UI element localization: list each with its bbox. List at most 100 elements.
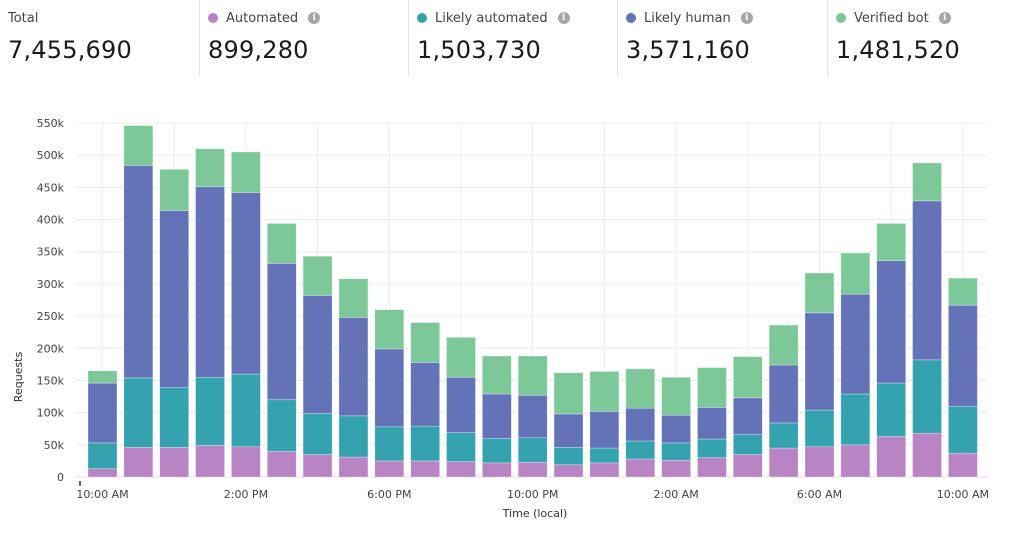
bar-segment-verified-bot[interactable]: [697, 367, 727, 408]
bar-segment-likely-automated[interactable]: [876, 382, 907, 437]
bar-segment-verified-bot[interactable]: [446, 337, 476, 378]
bar-segment-automated[interactable]: [266, 450, 297, 478]
bar-segment-verified-bot[interactable]: [410, 322, 440, 363]
bar-segment-likely-automated[interactable]: [195, 376, 225, 446]
bar-segment-likely-automated[interactable]: [697, 438, 727, 458]
bar-stack[interactable]: [87, 370, 118, 478]
bar-stack[interactable]: [482, 355, 512, 478]
bar-segment-likely-automated[interactable]: [948, 405, 978, 454]
stat-verified-bot[interactable]: Verified bot i 1,481,520: [827, 0, 1024, 76]
bar-segment-verified-bot[interactable]: [553, 372, 584, 415]
bar-stack[interactable]: [302, 255, 333, 478]
bar-stack[interactable]: [661, 376, 691, 478]
bar-segment-likely-automated[interactable]: [661, 442, 691, 461]
bar-segment-likely-human[interactable]: [410, 362, 440, 427]
bar-segment-automated[interactable]: [517, 461, 548, 478]
bar-segment-likely-human[interactable]: [517, 394, 548, 439]
bar-segment-likely-human[interactable]: [338, 317, 369, 417]
bar-stack[interactable]: [338, 278, 369, 478]
bar-segment-likely-human[interactable]: [195, 186, 225, 378]
bar-segment-verified-bot[interactable]: [374, 309, 405, 350]
info-icon[interactable]: i: [557, 12, 570, 24]
bar-segment-verified-bot[interactable]: [948, 277, 978, 306]
bar-stack[interactable]: [446, 337, 476, 478]
bar-segment-automated[interactable]: [159, 447, 189, 478]
bar-segment-automated[interactable]: [912, 432, 942, 478]
bar-segment-likely-automated[interactable]: [804, 409, 835, 448]
bar-segment-likely-automated[interactable]: [732, 434, 763, 455]
bar-segment-likely-automated[interactable]: [517, 437, 548, 463]
bar-segment-verified-bot[interactable]: [840, 252, 871, 295]
bar-segment-likely-human[interactable]: [87, 382, 118, 444]
bar-segment-verified-bot[interactable]: [768, 324, 799, 366]
bar-segment-verified-bot[interactable]: [804, 272, 835, 314]
bar-stack[interactable]: [553, 372, 584, 478]
bar-segment-verified-bot[interactable]: [338, 278, 369, 318]
bar-segment-likely-human[interactable]: [732, 397, 763, 435]
bar-segment-likely-human[interactable]: [625, 407, 656, 442]
bar-segment-verified-bot[interactable]: [195, 148, 225, 188]
bar-segment-likely-automated[interactable]: [302, 412, 333, 455]
bar-segment-verified-bot[interactable]: [589, 371, 620, 412]
bar-segment-verified-bot[interactable]: [266, 223, 297, 264]
bar-segment-automated[interactable]: [195, 445, 225, 478]
bar-stack[interactable]: [231, 151, 261, 478]
bar-segment-automated[interactable]: [697, 457, 727, 478]
bar-segment-likely-human[interactable]: [948, 304, 978, 407]
bar-segment-verified-bot[interactable]: [876, 223, 907, 262]
bar-segment-likely-human[interactable]: [231, 192, 261, 375]
bar-stack[interactable]: [804, 272, 835, 478]
info-icon[interactable]: i: [938, 12, 951, 24]
bar-stack[interactable]: [768, 324, 799, 478]
bar-stack[interactable]: [948, 277, 978, 478]
bar-segment-likely-automated[interactable]: [446, 432, 476, 462]
bar-segment-likely-human[interactable]: [912, 200, 942, 361]
bar-segment-automated[interactable]: [87, 468, 118, 478]
bar-stack[interactable]: [912, 162, 942, 478]
bar-segment-likely-human[interactable]: [697, 407, 727, 440]
bar-segment-likely-human[interactable]: [876, 260, 907, 384]
bar-segment-automated[interactable]: [123, 447, 154, 478]
bar-stack[interactable]: [589, 371, 620, 478]
bar-segment-automated[interactable]: [446, 461, 476, 478]
bar-stack[interactable]: [697, 367, 727, 478]
bar-segment-verified-bot[interactable]: [661, 376, 691, 416]
bar-segment-likely-human[interactable]: [446, 376, 476, 433]
bar-stack[interactable]: [876, 223, 907, 478]
bar-segment-automated[interactable]: [804, 446, 835, 478]
bar-stack[interactable]: [374, 309, 405, 478]
bar-segment-likely-automated[interactable]: [87, 442, 118, 469]
bar-segment-automated[interactable]: [625, 458, 656, 478]
bar-segment-verified-bot[interactable]: [159, 169, 189, 211]
bar-segment-likely-human[interactable]: [266, 263, 297, 401]
bar-segment-verified-bot[interactable]: [625, 368, 656, 409]
bar-segment-likely-automated[interactable]: [912, 359, 942, 434]
bar-segment-likely-automated[interactable]: [553, 447, 584, 466]
bar-segment-likely-automated[interactable]: [338, 415, 369, 458]
bar-segment-likely-automated[interactable]: [840, 393, 871, 446]
bar-segment-likely-human[interactable]: [804, 312, 835, 411]
bar-stack[interactable]: [732, 356, 763, 478]
bar-segment-verified-bot[interactable]: [517, 355, 548, 396]
bar-stack[interactable]: [840, 252, 871, 478]
bar-segment-automated[interactable]: [374, 460, 405, 478]
stat-likely-automated[interactable]: Likely automated i 1,503,730: [408, 0, 617, 76]
bar-segment-likely-automated[interactable]: [482, 438, 512, 464]
bar-segment-automated[interactable]: [231, 446, 261, 478]
bar-segment-automated[interactable]: [876, 436, 907, 478]
bar-segment-verified-bot[interactable]: [87, 370, 118, 384]
bar-segment-likely-automated[interactable]: [589, 447, 620, 464]
bar-segment-likely-automated[interactable]: [410, 425, 440, 462]
bar-segment-automated[interactable]: [410, 460, 440, 478]
bar-segment-likely-human[interactable]: [589, 411, 620, 449]
bar-segment-automated[interactable]: [661, 459, 691, 478]
bar-segment-likely-human[interactable]: [302, 295, 333, 414]
bar-segment-likely-human[interactable]: [482, 393, 512, 439]
bar-segment-automated[interactable]: [482, 462, 512, 478]
bar-segment-likely-automated[interactable]: [768, 422, 799, 449]
stat-likely-human[interactable]: Likely human i 3,571,160: [617, 0, 827, 76]
stat-automated[interactable]: Automated i 899,280: [199, 0, 408, 76]
bar-stack[interactable]: [266, 223, 297, 478]
bar-segment-verified-bot[interactable]: [123, 125, 154, 166]
bar-segment-verified-bot[interactable]: [231, 151, 261, 193]
